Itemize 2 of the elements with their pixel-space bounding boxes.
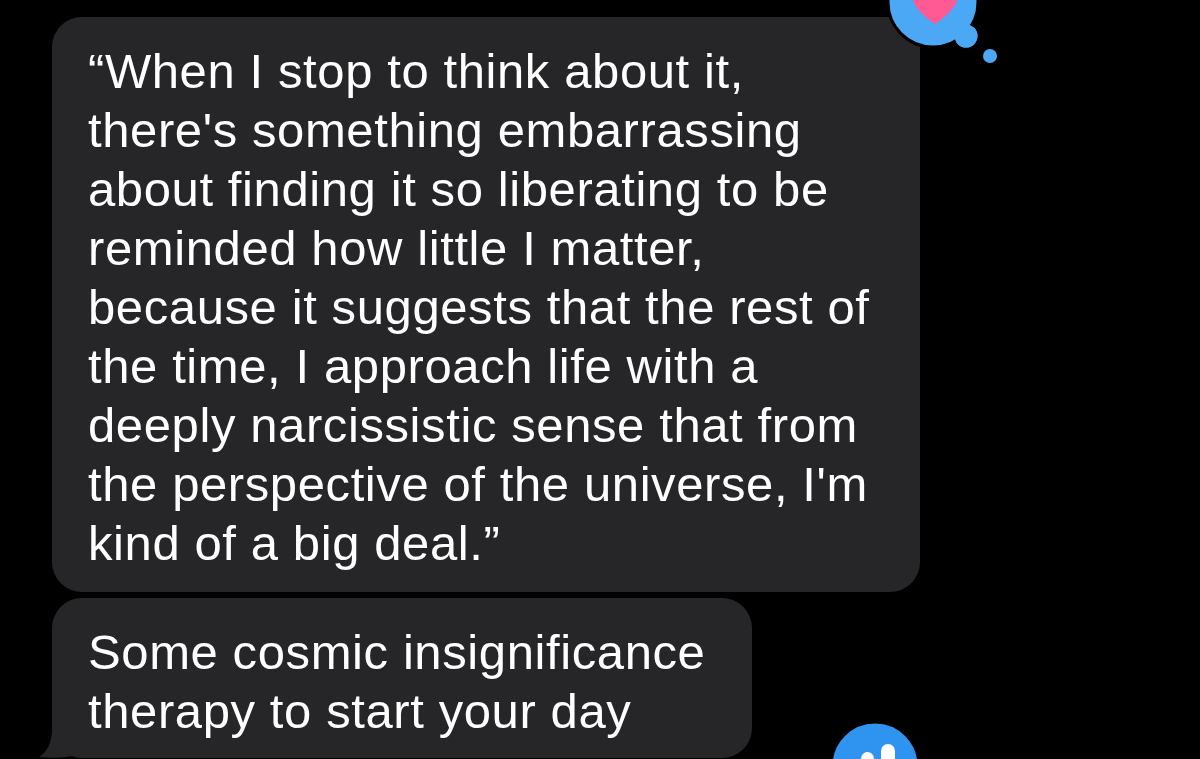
message-text: “When I stop to think about it, there's something embarrassing about finding it so liberating to be reminded how little I matter, because it suggests that the rest of the time, I approach life with a deeply narcissistic sense that from the perspective of the universe, I'm kind of a big deal.” — [88, 43, 871, 572]
message-text: Some cosmic insignificance therapy to start your day — [88, 624, 707, 740]
